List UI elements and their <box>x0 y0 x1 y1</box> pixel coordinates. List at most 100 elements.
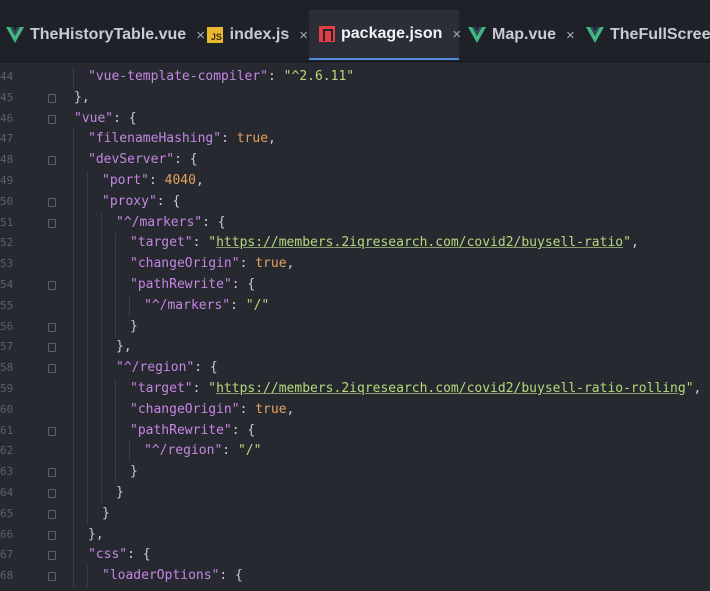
code-line[interactable]: 48 "devServer": { <box>0 150 710 171</box>
fold-marker-icon[interactable] <box>48 509 56 519</box>
code-text: "^/markers": { <box>116 213 226 234</box>
code-token: "changeOrigin" <box>130 256 240 272</box>
code-line[interactable]: 47 "filenameHashing": true, <box>0 129 710 151</box>
code-line[interactable]: 54 "pathRewrite": { <box>0 275 710 296</box>
indent-guide <box>101 399 102 421</box>
tab-label: index.js <box>229 26 290 43</box>
code-token: "^/markers" <box>116 214 203 230</box>
code-token: : <box>268 69 284 84</box>
code-line[interactable]: 46 "vue": { <box>0 109 710 130</box>
indent-guide <box>115 295 116 317</box>
fold-marker-icon[interactable] <box>48 114 56 124</box>
fold-marker-icon[interactable] <box>48 281 56 290</box>
code-token: "devServer" <box>88 152 175 168</box>
code-line[interactable]: 44 "vue-template-compiler": "^2.6.11" <box>0 67 710 88</box>
url-link[interactable]: https://members.2iqresearch.com/covid2/b… <box>216 381 686 396</box>
code-text: } <box>102 504 110 525</box>
indent-guide <box>87 275 88 296</box>
close-icon[interactable]: × <box>299 27 308 44</box>
fold-marker-icon[interactable] <box>48 551 56 561</box>
code-line[interactable]: 57}, <box>0 337 710 359</box>
vue-icon <box>6 26 24 44</box>
code-token: true <box>255 256 287 272</box>
indent-guide <box>73 441 74 463</box>
code-editor[interactable]: 44 "vue-template-compiler": "^2.6.11" 45},… <box>0 63 710 591</box>
tab-map-vue[interactable]: Map.vue × <box>462 10 580 60</box>
line-number: 52 <box>0 236 14 250</box>
code-token: " <box>208 235 217 251</box>
line-number: 57 <box>0 340 14 354</box>
code-line[interactable]: 45}, <box>0 88 710 109</box>
line-number: 60 <box>0 402 14 416</box>
indent-guide <box>101 379 102 400</box>
code-text: "filenameHashing": true, <box>88 129 276 150</box>
indent-guide <box>87 566 88 587</box>
code-line[interactable]: 53 "changeOrigin": true, <box>0 254 710 275</box>
code-line[interactable]: 63} <box>0 462 710 483</box>
code-line[interactable]: 58 "^/region": { <box>0 358 710 379</box>
code-token: true <box>255 401 287 417</box>
indent-guide <box>101 358 102 379</box>
code-line[interactable]: 66}, <box>0 524 710 546</box>
tab-label: package.json <box>341 25 443 42</box>
fold-marker-icon[interactable] <box>48 426 56 436</box>
indent-guide <box>101 254 102 275</box>
fold-marker-icon[interactable] <box>48 530 56 540</box>
indent-guide <box>101 462 102 483</box>
fold-marker-icon[interactable] <box>48 343 56 353</box>
indent-guide <box>73 171 74 192</box>
indent-guide <box>73 254 74 275</box>
tab-label: TheFullScreenD <box>610 26 710 43</box>
code-text: "vue-template-compiler": "^2.6.11" <box>88 67 354 88</box>
fold-marker-icon[interactable] <box>48 468 56 478</box>
code-token: "vue-template-compiler" <box>88 69 269 84</box>
line-number: 51 <box>0 215 14 229</box>
code-line[interactable]: 55 "^/markers": "/" <box>0 295 710 317</box>
indent-guide <box>87 399 88 421</box>
indent-guide <box>73 129 74 151</box>
code-line[interactable]: 59 "target": "https://members.2iqresearch… <box>0 379 710 400</box>
fold-marker-icon[interactable] <box>48 489 56 498</box>
indent-guide <box>115 233 116 255</box>
fold-marker-icon[interactable] <box>48 364 56 374</box>
tab-thefullscreend[interactable]: TheFullScreenD <box>580 10 710 60</box>
indent-guide <box>73 566 74 587</box>
tab-thehistorytable-vue[interactable]: TheHistoryTable.vue × <box>0 10 205 60</box>
line-number: 44 <box>0 70 14 83</box>
code-line[interactable]: 51 "^/markers": { <box>0 212 710 234</box>
indent-guide <box>73 295 74 317</box>
indent-guide <box>73 233 74 255</box>
code-line[interactable]: 68 "loaderOptions": { <box>0 566 710 587</box>
code-line[interactable]: 49 "port": 4040, <box>0 171 710 192</box>
tab-package-json[interactable]: package.json × <box>309 10 461 60</box>
code-token: , <box>195 173 204 188</box>
code-line[interactable]: 56} <box>0 316 710 338</box>
code-line[interactable]: 64} <box>0 483 710 504</box>
editor-tab-bar: TheHistoryTable.vue × JS index.js × package.j… <box>0 0 710 62</box>
indent-guide <box>101 420 102 442</box>
url-link[interactable]: https://members.2iqresearch.com/covid2/b… <box>216 235 623 250</box>
code-line[interactable]: 52 "target": "https://members.2iqresearch… <box>0 233 710 255</box>
code-line[interactable]: 67 "css": { <box>0 545 710 567</box>
close-icon[interactable]: × <box>566 27 575 44</box>
indent-guide <box>73 420 74 442</box>
code-token: "pathRewrite" <box>130 422 232 438</box>
line-number: 56 <box>0 319 14 333</box>
code-line[interactable]: 50 "proxy": { <box>0 191 710 213</box>
close-icon[interactable]: × <box>452 26 461 43</box>
indent-guide <box>101 441 102 463</box>
code-line[interactable]: 60 "changeOrigin": true, <box>0 399 710 421</box>
code-text: }, <box>74 88 90 109</box>
fold-marker-icon[interactable] <box>48 197 56 207</box>
code-line[interactable]: 65} <box>0 503 710 525</box>
tab-index-js[interactable]: JS index.js × <box>200 10 308 60</box>
fold-marker-icon[interactable] <box>48 322 56 332</box>
code-token: : { <box>127 547 151 563</box>
fold-marker-icon[interactable] <box>48 572 56 582</box>
fold-marker-icon[interactable] <box>48 156 56 166</box>
code-line[interactable]: 61 "pathRewrite": { <box>0 420 710 442</box>
fold-marker-icon[interactable] <box>48 93 56 103</box>
fold-marker-icon[interactable] <box>48 218 56 228</box>
code-text: "vue": { <box>74 109 137 130</box>
code-line[interactable]: 62 "^/region": "/" <box>0 441 710 463</box>
